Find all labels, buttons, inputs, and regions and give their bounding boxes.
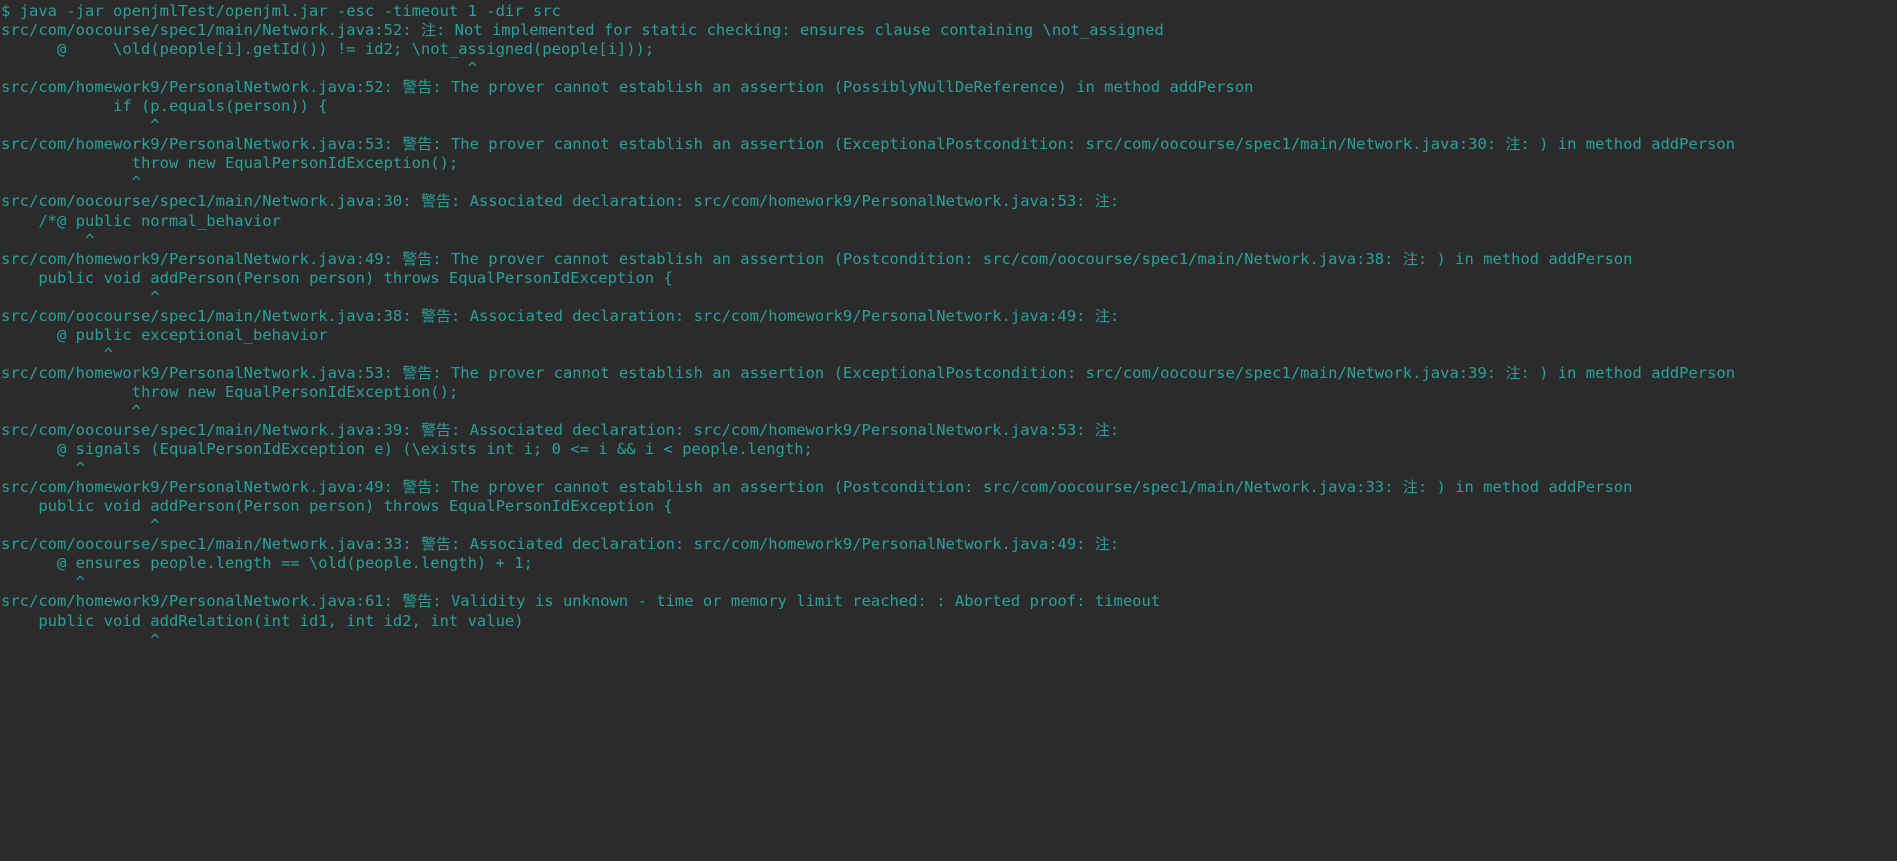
terminal-line-warning: src/com/homework9/PersonalNetwork.java:5… [1, 363, 1736, 382]
terminal-line-caret: ^ [1, 230, 95, 249]
terminal-output-pane[interactable]: $ java -jar openjmlTest/openjml.jar -esc… [0, 0, 1897, 861]
terminal-line-warning: src/com/oocourse/spec1/main/Network.java… [1, 306, 1129, 325]
terminal-line-caret: ^ [1, 287, 160, 306]
cjk-text: 注 [1402, 249, 1418, 268]
cjk-text: 警告 [420, 535, 451, 554]
terminal-line-source: public void addRelation(int id1, int id2… [1, 611, 524, 630]
terminal-line-caret: ^ [1, 116, 160, 135]
cjk-text: 警告 [402, 363, 433, 382]
cjk-text: 警告 [402, 592, 433, 611]
terminal-line-caret: ^ [1, 459, 85, 478]
terminal-line-caret: ^ [1, 344, 113, 363]
terminal-line-warning: src/com/oocourse/spec1/main/Network.java… [1, 535, 1129, 554]
terminal-line-warning: src/com/oocourse/spec1/main/Network.java… [1, 421, 1129, 440]
cjk-text: 警告 [420, 306, 451, 325]
terminal-line-warning: src/com/homework9/PersonalNetwork.java:5… [1, 135, 1736, 154]
terminal-line-warning: src/com/homework9/PersonalNetwork.java:4… [1, 249, 1633, 268]
cjk-text: 警告 [402, 78, 433, 97]
terminal-line-caret: ^ [1, 630, 160, 649]
terminal-line-source: /*@ public normal_behavior [1, 211, 281, 230]
terminal-line-source: @ signals (EqualPersonIdException e) (\e… [1, 440, 813, 459]
cjk-text: 警告 [402, 249, 433, 268]
terminal-line-caret: ^ [1, 573, 85, 592]
terminal-line-source: @ public exceptional_behavior [1, 325, 328, 344]
terminal-line-source: public void addPerson(Person person) thr… [1, 497, 673, 516]
terminal-line-warning: src/com/homework9/PersonalNetwork.java:6… [1, 592, 1161, 611]
cjk-text: 警告 [402, 478, 433, 497]
terminal-line-warning: src/com/oocourse/spec1/main/Network.java… [1, 192, 1129, 211]
terminal-line-source: if (p.equals(person)) { [1, 97, 328, 116]
terminal-line-source: @ \old(people[i].getId()) != id2; \not_a… [1, 40, 655, 59]
cjk-text: 注 [1094, 421, 1110, 440]
cjk-text: 注 [1094, 192, 1110, 211]
terminal-line-caret: ^ [1, 516, 160, 535]
terminal-line-command: $ java -jar openjmlTest/openjml.jar -esc… [1, 2, 561, 20]
cjk-text: 注 [1505, 135, 1521, 154]
terminal-line-source: @ ensures people.length == \old(people.l… [1, 554, 533, 573]
terminal-line-caret: ^ [1, 59, 477, 78]
terminal-line-warning: src/com/homework9/PersonalNetwork.java:4… [1, 478, 1633, 497]
terminal-line-note: src/com/oocourse/spec1/main/Network.java… [1, 21, 1164, 40]
cjk-text: 注 [1402, 478, 1418, 497]
terminal-line-source: throw new EqualPersonIdException(); [1, 382, 459, 401]
cjk-text: 注 [420, 21, 436, 40]
cjk-text: 注 [1505, 363, 1521, 382]
cjk-text: 注 [1094, 306, 1110, 325]
cjk-text: 警告 [402, 135, 433, 154]
terminal-line-caret: ^ [1, 173, 141, 192]
terminal-line-source: throw new EqualPersonIdException(); [1, 154, 459, 173]
cjk-text: 警告 [420, 192, 451, 211]
terminal-line-source: public void addPerson(Person person) thr… [1, 268, 673, 287]
cjk-text: 注 [1094, 535, 1110, 554]
terminal-line-caret: ^ [1, 401, 141, 420]
cjk-text: 警告 [420, 421, 451, 440]
terminal-line-warning: src/com/homework9/PersonalNetwork.java:5… [1, 78, 1254, 97]
